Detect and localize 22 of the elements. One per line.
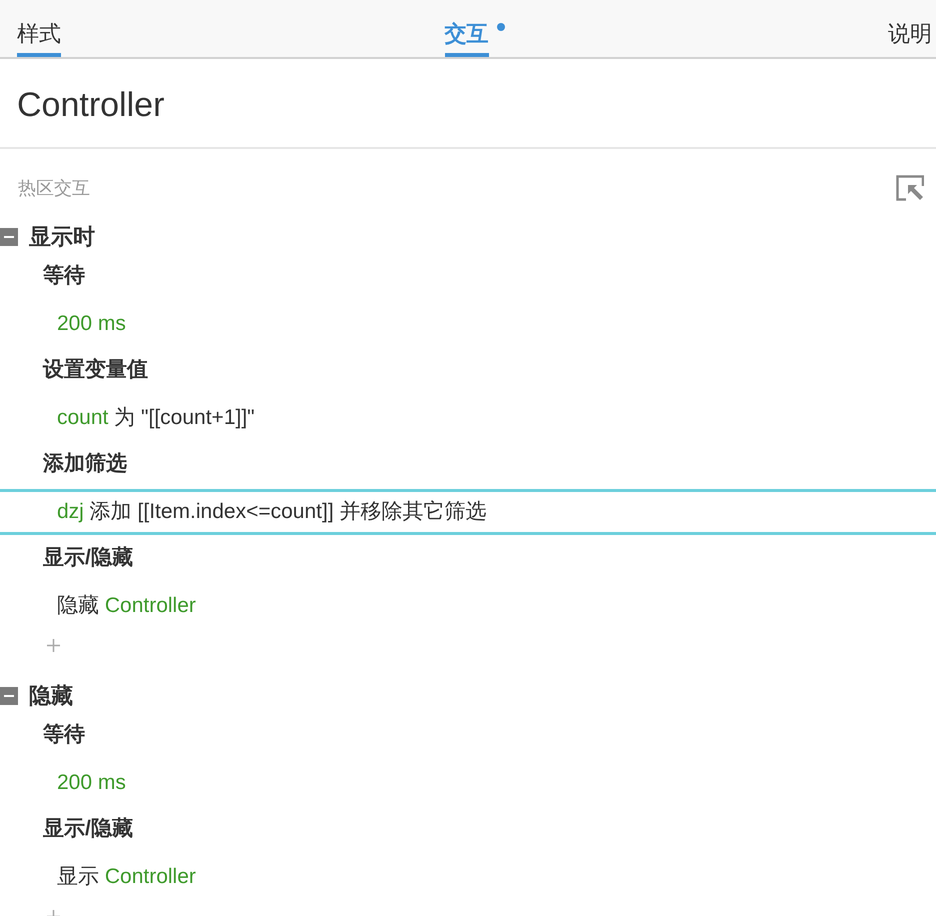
action-detail[interactable]: 显示 Controller [0,854,936,900]
action-name: 添加筛选 [43,451,127,477]
event-name: 显示时 [29,223,95,251]
tab[interactable]: 样式 [17,0,61,57]
box-arrow-icon[interactable] [896,175,924,201]
action-detail[interactable]: 隐藏 Controller [0,583,936,629]
action-name: 等待 [43,722,85,748]
action-name: 等待 [43,263,85,289]
action-detail[interactable]: 200 ms [0,760,936,806]
minus-icon[interactable] [0,228,18,246]
action-detail[interactable]: 200 ms [0,301,936,347]
tab[interactable]: 说明 [888,0,932,57]
plus-icon[interactable] [47,639,60,652]
action-detail[interactable]: count 为 "[[count+1]]" [0,395,936,441]
action-name: 显示/隐藏 [43,545,133,571]
panel-title: Controller [17,85,164,126]
section-title: 热区交互 [18,177,90,200]
action-name: 显示/隐藏 [43,816,133,842]
action-detail[interactable]: dzj 添加 [[Item.index<=count]] 并移除其它筛选 [0,489,936,535]
minus-icon[interactable] [0,687,18,705]
action-name: 设置变量值 [43,356,148,383]
event-name: 隐藏 [29,682,73,710]
